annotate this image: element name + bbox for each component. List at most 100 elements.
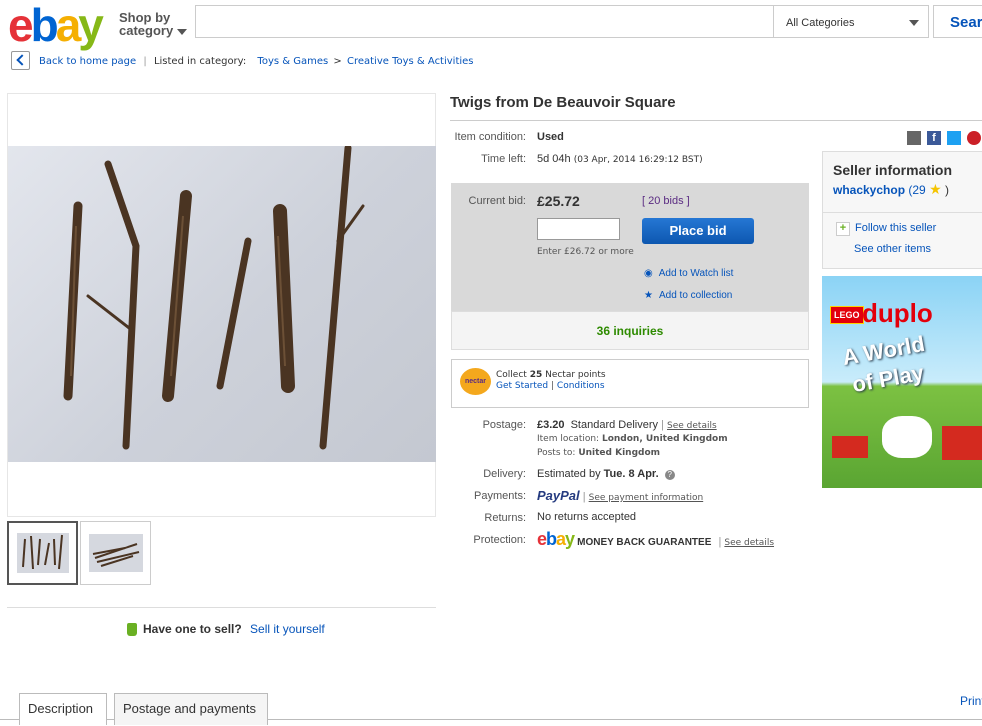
item-title: Twigs from De Beauvoir Square [450,94,676,111]
posts-to-value: United Kingdom [578,448,661,458]
delivery-label: Delivery: [483,468,526,480]
mbg-details-link[interactable]: See details [724,538,774,548]
eye-icon: ◉ [644,268,653,279]
nectar-collect-label: Collect [496,370,527,380]
sell-prompt: Have one to sell? Sell it yourself [127,622,325,637]
watch-list-label: Add to Watch list [658,268,734,279]
ebay-logo[interactable]: ebay [8,0,104,51]
dalmatian-figure [882,416,932,458]
item-location-label: Item location: [537,434,600,444]
follow-seller-label: Follow this seller [855,222,937,234]
email-share-icon[interactable] [907,131,921,145]
item-photo[interactable] [8,144,436,462]
category-select[interactable]: All Categories [773,5,929,38]
lego-logo: LEGO [830,306,864,324]
follow-seller-link[interactable]: + Follow this seller [836,222,936,236]
item-location: Item location: London, United Kingdom [537,434,728,444]
time-left: 5d 04h (03 Apr, 2014 16:29:12 BST) [537,153,703,165]
category-label: category [119,23,174,38]
see-other-items-link[interactable]: See other items [854,243,931,255]
star-icon: ★ [644,290,653,301]
protection-label: Protection: [473,534,526,546]
duplo-logo: duplo [862,298,933,328]
time-left-label: Time left: [481,153,526,165]
payments-value: PayPal | See payment information [537,488,704,503]
time-left-value: 5d 04h [537,153,571,165]
postage-details-link[interactable]: See details [667,421,717,431]
delivery-date: Tue. 8 Apr. [603,468,659,480]
inquiries-count: 36 inquiries [596,324,664,338]
divider [822,212,982,213]
conditions-link[interactable]: Conditions [557,381,605,391]
place-bid-button[interactable]: Place bid [642,218,754,244]
postage-value: £3.20 Standard Delivery | See details [537,419,717,431]
condition-value: Used [537,131,564,143]
tab-postage-payments[interactable]: Postage and payments [114,693,268,725]
feedback-score-close: ) [944,183,949,197]
delivery-estimate-label: Estimated by [537,468,601,480]
pinterest-share-icon[interactable] [967,131,981,145]
chevron-down-icon [909,20,919,26]
shop-by-category-button[interactable]: Shop by category [119,11,188,38]
postage-label: Postage: [482,419,526,431]
facebook-share-icon[interactable]: f [927,131,941,145]
breadcrumb-subcategory-link[interactable]: Creative Toys & Activities [347,56,474,67]
lego-duplo-ad[interactable]: LEGO duplo A World of Play [822,276,982,488]
breadcrumb-category-link[interactable]: Toys & Games [257,56,328,67]
category-select-value: All Categories [786,17,855,29]
watch-list-link[interactable]: ◉ Add to Watch list [644,268,733,279]
help-icon[interactable]: ? [664,470,675,480]
returns-value: No returns accepted [537,511,637,523]
postage-type: Standard Delivery [570,419,659,431]
current-bid-label: Current bid: [468,195,526,207]
plus-icon: + [836,222,850,236]
add-to-collection-link[interactable]: ★ Add to collection [644,290,732,301]
nectar-logo: nectar [460,368,491,395]
red-brick [832,436,868,458]
current-bid-value: £25.72 [537,193,580,209]
condition-label: Item condition: [454,131,526,143]
ebay-mbg-logo: ebay [537,529,575,549]
feedback-star-icon: ★ [929,181,942,197]
postage-price: £3.20 [537,419,565,431]
print-link[interactable]: Print [960,694,982,708]
posts-to: Posts to: United Kingdom [537,448,660,458]
paypal-logo: PayPal [537,488,580,503]
logo-letter: b [30,0,59,51]
logo-letter: b [546,529,557,549]
back-to-home-link[interactable]: Back to home page [39,56,136,67]
thumbnail-1[interactable] [7,521,78,585]
search-button[interactable]: Sear [933,5,982,38]
divider [7,607,436,608]
nectar-points: 25 [529,370,543,380]
get-started-link[interactable]: Get Started [496,381,548,391]
end-time: (03 Apr, 2014 16:29:12 BST) [573,155,703,165]
seller-info-heading: Seller information [833,162,953,178]
logo-letter: e [8,0,34,51]
posts-to-label: Posts to: [537,448,576,458]
breadcrumb-separator: > [333,56,342,67]
nectar-collect: Collect 25 Nectar points [496,370,606,380]
nectar-links: Get Started | Conditions [496,381,605,391]
logo-letter: a [55,0,82,51]
back-arrow-icon[interactable] [11,51,30,70]
sell-it-yourself-link[interactable]: Sell it yourself [250,622,325,636]
logo-letter: y [78,0,104,51]
payments-label: Payments: [474,490,526,502]
twigs-image [63,144,365,450]
bid-hint: Enter £26.72 or more [537,247,634,257]
thumbnail-2[interactable] [80,521,151,585]
search-input[interactable] [195,5,773,38]
tab-description[interactable]: Description [19,693,107,725]
seller-name-link[interactable]: whackychop [833,183,905,197]
search-button-label: Sear [950,14,982,31]
logo-letter: y [565,529,575,549]
divider [450,120,982,121]
bid-history-link[interactable]: [ 20 bids ] [642,195,690,207]
logo-letter: e [537,529,547,549]
feedback-score[interactable]: (29 [908,183,925,197]
delivery-value: Estimated by Tue. 8 Apr. ? [537,468,675,480]
bid-amount-input[interactable] [537,218,620,240]
twitter-share-icon[interactable] [947,131,961,145]
payment-info-link[interactable]: See payment information [589,493,704,503]
